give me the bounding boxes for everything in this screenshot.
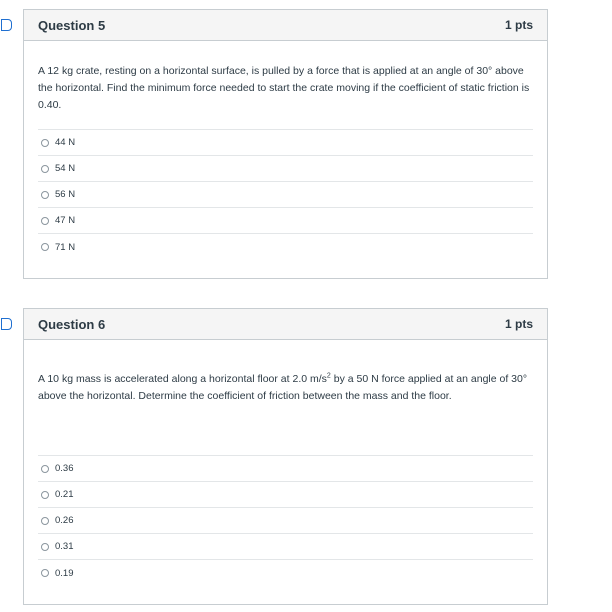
flag-question-6-icon[interactable] (1, 318, 12, 330)
answer-label: 56 N (55, 189, 76, 200)
question-text-part: A 10 kg mass is accelerated along a hori… (38, 373, 327, 385)
answer-label: 71 N (55, 241, 76, 253)
question-title: Question 6 (38, 316, 106, 332)
answer-label: 47 N (55, 215, 76, 226)
answer-label: 0.19 (55, 567, 74, 579)
answer-option[interactable]: 71 N (38, 234, 533, 260)
answer-label: 0.31 (55, 541, 74, 552)
question-text: A 10 kg mass is accelerated along a hori… (38, 371, 533, 405)
answer-option[interactable]: 0.31 (38, 534, 533, 560)
radio-circle-icon[interactable] (41, 138, 49, 147)
answer-option[interactable]: 0.26 (38, 508, 533, 534)
answer-label: 0.36 (55, 463, 74, 474)
radio-circle-icon[interactable] (41, 490, 49, 499)
radio-circle-icon[interactable] (41, 164, 49, 173)
question-points: 1 pts (504, 18, 533, 32)
question-header: Question 6 1 pts (24, 309, 547, 340)
answer-option[interactable]: 0.36 (38, 456, 533, 482)
question-title: Question 5 (38, 17, 106, 33)
answer-list: 0.36 0.21 0.26 0.31 0.19 (38, 455, 533, 586)
answer-option[interactable]: 56 N (38, 182, 533, 208)
question-header: Question 5 1 pts (24, 10, 547, 41)
radio-circle-icon[interactable] (41, 464, 49, 473)
radio-circle-icon[interactable] (41, 569, 49, 577)
radio-circle-icon[interactable] (41, 516, 49, 525)
answer-option[interactable]: 44 N (38, 130, 533, 156)
question-5-card: Question 5 1 pts A 12 kg crate, resting … (23, 9, 548, 279)
answer-option[interactable]: 0.21 (38, 482, 533, 508)
flag-question-5-icon[interactable] (1, 19, 12, 31)
question-6-card: Question 6 1 pts A 10 kg mass is acceler… (23, 308, 548, 605)
answer-label: 54 N (55, 163, 76, 174)
radio-circle-icon[interactable] (41, 542, 49, 551)
answer-option[interactable]: 54 N (38, 156, 533, 182)
answer-list: 44 N 54 N 56 N 47 N 71 N (38, 129, 533, 260)
radio-circle-icon[interactable] (41, 216, 49, 225)
answer-label: 0.21 (55, 489, 74, 500)
answer-option[interactable]: 0.19 (38, 560, 533, 586)
answer-label: 44 N (55, 137, 76, 148)
question-text: A 12 kg crate, resting on a horizontal s… (38, 65, 530, 111)
answer-option[interactable]: 47 N (38, 208, 533, 234)
answer-label: 0.26 (55, 515, 74, 526)
question-points: 1 pts (504, 317, 533, 331)
radio-circle-icon[interactable] (41, 243, 49, 251)
radio-circle-icon[interactable] (41, 190, 49, 199)
